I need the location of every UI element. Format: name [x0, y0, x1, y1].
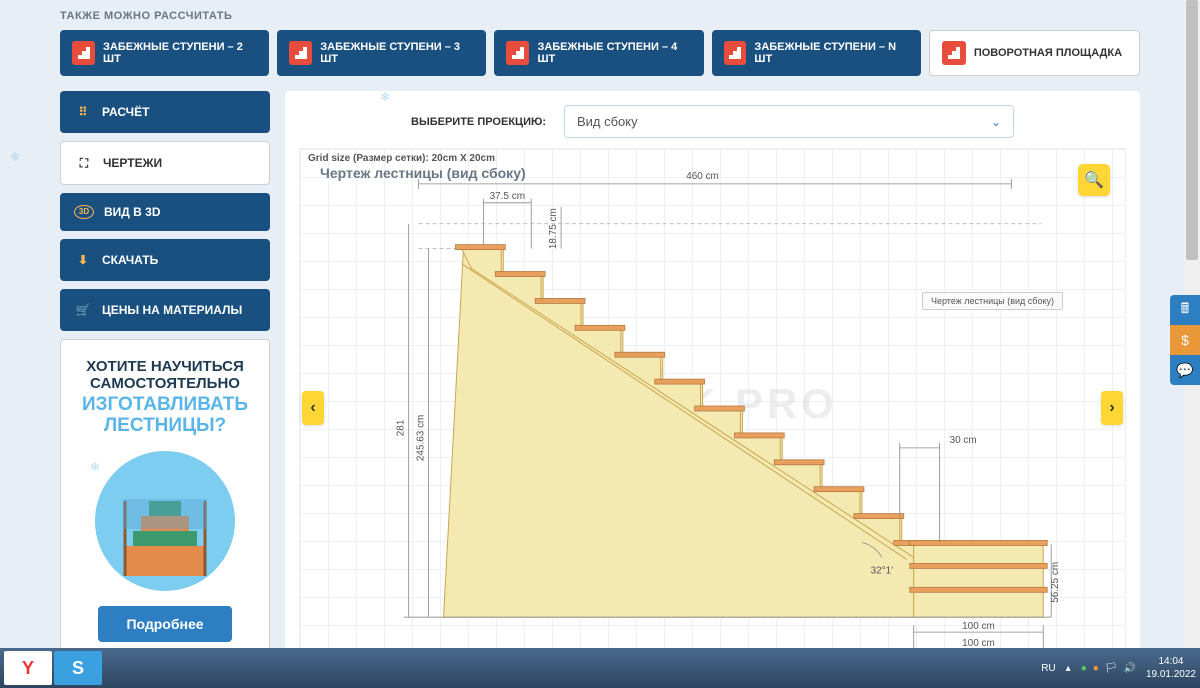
widget-price[interactable]: $: [1170, 325, 1200, 355]
top-btn-platform[interactable]: ПОВОРОТНАЯ ПЛОЩАДКА: [929, 30, 1140, 76]
sidebar-calc[interactable]: ⠿ РАСЧЁТ: [60, 91, 270, 133]
tray-flag-icon[interactable]: 🏳: [1105, 663, 1118, 674]
drawing-svg: 460 cm 37.5 cm 18.75 cm: [300, 149, 1125, 648]
tray-icon[interactable]: ●: [1093, 663, 1099, 674]
stairs-icon: [72, 41, 95, 65]
drawing-canvas[interactable]: Grid size (Размер сетки): 20cm X 20cm Че…: [299, 148, 1126, 648]
taskbar-app-yandex[interactable]: Y: [4, 651, 52, 685]
top-btn-steps-n[interactable]: ЗАБЕЖНЫЕ СТУПЕНИ – N ШТ: [712, 30, 921, 76]
svg-text:460 cm: 460 cm: [686, 171, 719, 182]
top-btn-label: ЗАБЕЖНЫЕ СТУПЕНИ – 2 ШТ: [103, 41, 257, 65]
promo-button[interactable]: Подробнее: [98, 606, 231, 642]
svg-text:32°1': 32°1': [871, 565, 894, 576]
chevron-down-icon: ⌄: [991, 115, 1001, 129]
top-btn-steps-3[interactable]: ЗАБЕЖНЫЕ СТУПЕНИ – 3 ШТ: [277, 30, 486, 76]
promo-line3: ИЗГОТАВЛИВАТЬ: [73, 395, 257, 415]
taskbar-app-skype[interactable]: S: [54, 651, 102, 685]
top-btn-steps-4[interactable]: ЗАБЕЖНЫЕ СТУПЕНИ – 4 ШТ: [494, 30, 703, 76]
top-btn-label: ЗАБЕЖНЫЕ СТУПЕНИ – 3 ШТ: [320, 41, 474, 65]
taskbar-clock[interactable]: 14:04 19.01.2022: [1146, 655, 1196, 681]
dollar-icon: $: [1181, 332, 1189, 348]
taskbar-time: 14:04: [1146, 655, 1196, 668]
yandex-icon: Y: [22, 658, 34, 679]
download-icon: ⬇: [74, 251, 92, 269]
taskbar-date: 19.01.2022: [1146, 668, 1196, 681]
top-btn-label: ПОВОРОТНАЯ ПЛОЩАДКА: [974, 47, 1122, 59]
svg-text:245.63 cm: 245.63 cm: [416, 415, 427, 461]
calculator-icon: 🖩: [1181, 298, 1189, 322]
skype-icon: S: [72, 658, 84, 679]
promo-line4: ЛЕСТНИЦЫ?: [73, 416, 257, 436]
grid-icon: ⠿: [74, 103, 92, 121]
widget-calc[interactable]: 🖩: [1170, 295, 1200, 325]
projection-select[interactable]: Вид сбоку ⌄: [564, 105, 1014, 138]
sidebar-drawings[interactable]: ⛶ ЧЕРТЕЖИ: [60, 141, 270, 185]
top-btn-label: ЗАБЕЖНЫЕ СТУПЕНИ – N ШТ: [754, 41, 908, 65]
sidebar-download[interactable]: ⬇ СКАЧАТЬ: [60, 239, 270, 281]
tray-icons[interactable]: ● ● 🏳 🔊: [1081, 663, 1136, 674]
tray-arrow-icon[interactable]: ▴: [1066, 663, 1071, 674]
top-btn-label: ЗАБЕЖНЫЕ СТУПЕНИ – 4 ШТ: [537, 41, 691, 65]
svg-text:100 cm: 100 cm: [962, 621, 995, 632]
svg-text:56.25 cm: 56.25 cm: [1050, 562, 1061, 603]
sidebar-prices[interactable]: 🛒 ЦЕНЫ НА МАТЕРИАЛЫ: [60, 289, 270, 331]
projection-value: Вид сбоку: [577, 114, 638, 129]
3d-icon: 3D: [74, 205, 94, 219]
svg-text:281: 281: [396, 419, 407, 436]
svg-text:18.75 cm: 18.75 cm: [548, 208, 559, 249]
cart-icon: 🛒: [74, 301, 92, 319]
stairs-icon: [289, 41, 312, 65]
chat-icon: 💬: [1176, 362, 1193, 379]
promo-image: [95, 451, 235, 591]
svg-text:37.5 cm: 37.5 cm: [490, 191, 525, 202]
widget-chat[interactable]: 💬: [1170, 355, 1200, 385]
sidebar-3d[interactable]: 3D ВИД В 3D: [60, 193, 270, 231]
svg-text:30 cm: 30 cm: [950, 435, 977, 446]
stairs-icon: [506, 41, 529, 65]
sidebar-label: ЧЕРТЕЖИ: [103, 156, 162, 170]
section-title: ТАКЖЕ МОЖНО РАССЧИТАТЬ: [60, 10, 1140, 22]
projection-label: ВЫБЕРИТЕ ПРОЕКЦИЮ:: [411, 116, 546, 128]
sidebar-label: ВИД В 3D: [104, 205, 161, 219]
svg-text:100 cm: 100 cm: [962, 638, 995, 648]
tray-icon[interactable]: ●: [1081, 663, 1087, 674]
sidebar-label: ЦЕНЫ НА МАТЕРИАЛЫ: [102, 303, 242, 317]
promo-line2: САМОСТОЯТЕЛЬНО: [73, 375, 257, 392]
taskbar: Y S RU ▴ ● ● 🏳 🔊 14:04 19.01.2022: [0, 648, 1200, 688]
stairs-icon: [942, 41, 966, 65]
sidebar-label: СКАЧАТЬ: [102, 253, 158, 267]
tray-volume-icon[interactable]: 🔊: [1123, 663, 1135, 674]
promo-line1: ХОТИТЕ НАУЧИТЬСЯ: [73, 358, 257, 375]
sidebar-label: РАСЧЁТ: [102, 105, 149, 119]
top-btn-steps-2[interactable]: ЗАБЕЖНЫЕ СТУПЕНИ – 2 ШТ: [60, 30, 269, 76]
side-widgets: 🖩 $ 💬: [1170, 295, 1200, 385]
crop-icon: ⛶: [75, 154, 93, 172]
taskbar-lang[interactable]: RU: [1041, 663, 1055, 674]
stairs-icon: [724, 41, 747, 65]
promo-box: ХОТИТЕ НАУЧИТЬСЯ САМОСТОЯТЕЛЬНО ИЗГОТАВЛ…: [60, 339, 270, 648]
